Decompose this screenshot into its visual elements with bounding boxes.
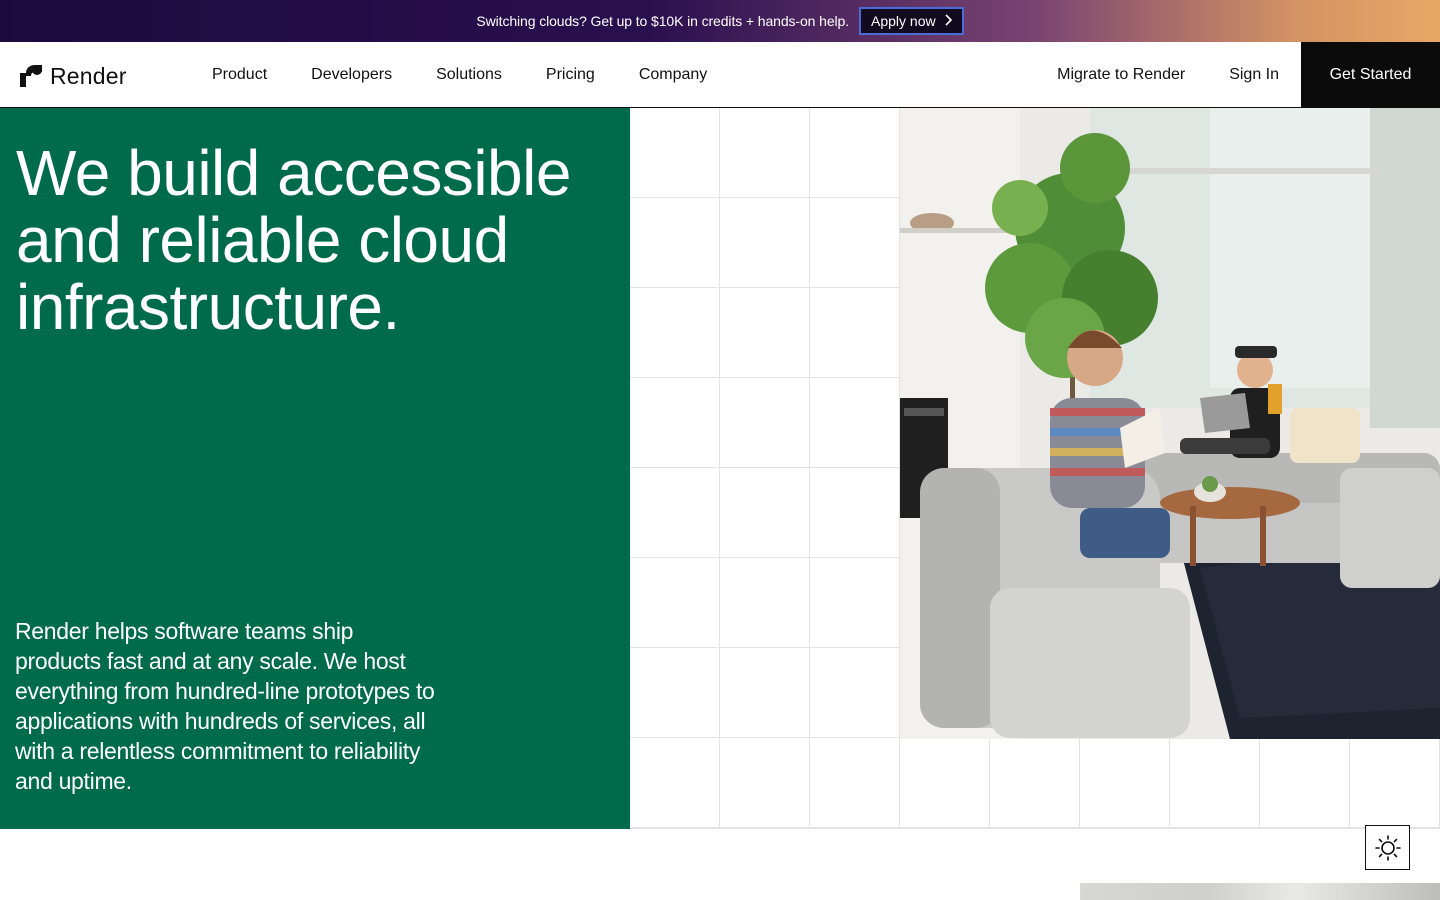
theme-toggle-button[interactable] [1365,825,1410,870]
hero-photo [900,108,1440,739]
apply-now-button[interactable]: Apply now [859,7,964,35]
top-nav: Render Product Developers Solutions Pric… [0,42,1440,108]
nav-link-company[interactable]: Company [617,66,729,84]
nav-link-product[interactable]: Product [190,66,289,84]
promo-banner: Switching clouds? Get up to $10K in cred… [0,0,1440,42]
secondary-nav-links: Migrate to Render Sign In [1035,42,1301,108]
primary-nav-links: Product Developers Solutions Pricing Com… [190,42,729,108]
next-section-photo [1080,883,1440,900]
render-logo[interactable]: Render [20,62,127,89]
nav-link-pricing[interactable]: Pricing [524,66,617,84]
render-logo-icon [20,65,42,87]
chevron-right-icon [944,14,952,28]
promo-text: Switching clouds? Get up to $10K in cred… [476,13,850,29]
nav-link-solutions[interactable]: Solutions [414,66,524,84]
hero-subtitle: Render helps software teams ship product… [15,618,435,794]
get-started-button[interactable]: Get Started [1301,42,1440,108]
hero-title: We build accessible and reliable cloud i… [16,137,571,343]
nav-link-developers[interactable]: Developers [289,66,414,84]
migrate-to-render-link[interactable]: Migrate to Render [1035,66,1207,84]
hero-panel: We build accessible and reliable cloud i… [0,108,630,829]
logo-text: Render [50,62,127,89]
sun-icon [1374,834,1401,861]
apply-now-label: Apply now [871,13,936,29]
sign-in-link[interactable]: Sign In [1207,66,1301,84]
